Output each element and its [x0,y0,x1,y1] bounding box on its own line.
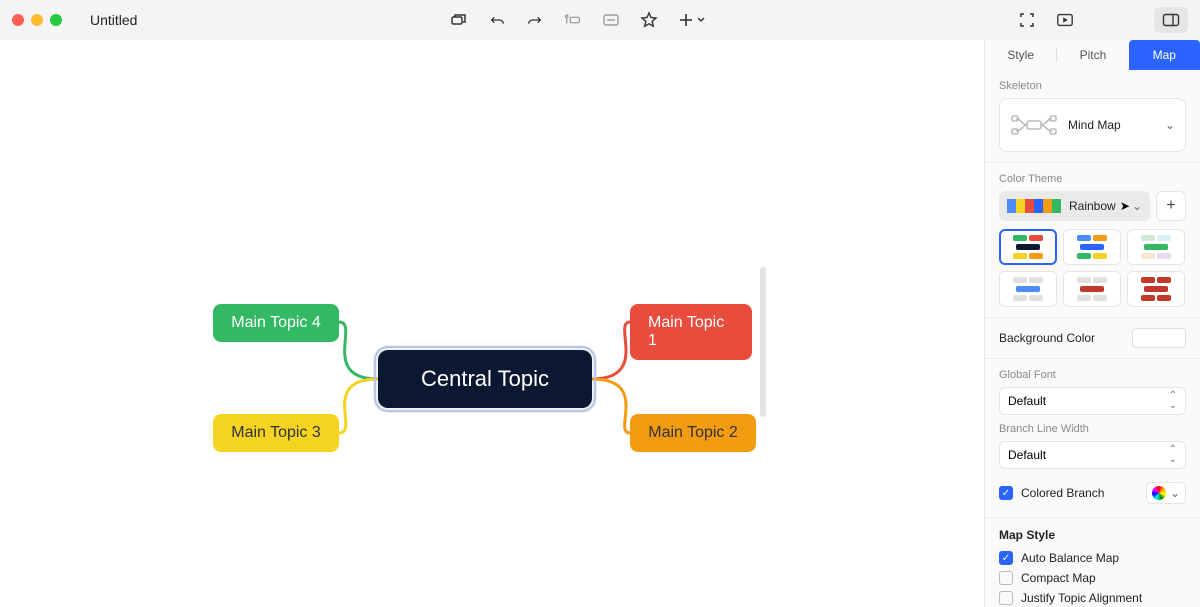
close-window-button[interactable] [12,14,24,26]
color-theme-select[interactable]: Rainbow ➤ ⌄ [999,191,1150,221]
global-font-label: Global Font [999,369,1186,381]
chevron-down-icon: ⌄ [1132,199,1142,213]
color-theme-section: Color Theme Rainbow ➤ ⌄ + [985,163,1200,318]
traffic-lights [12,14,62,26]
toolbar-right [1018,7,1188,33]
color-wheel-icon [1152,486,1166,500]
auto-balance-checkbox[interactable]: ✓ [999,551,1013,565]
compact-map-label: Compact Map [1021,571,1096,585]
theme-preset-4[interactable] [999,271,1057,307]
topic-node-1[interactable]: Main Topic 1 [630,304,752,360]
present-icon[interactable] [1056,11,1074,29]
branch-width-value: Default [1008,448,1046,462]
stepper-icon: ⌃⌄ [1169,445,1177,465]
theme-grid [999,229,1186,307]
colored-branch-checkbox[interactable]: ✓ [999,486,1013,500]
global-font-value: Default [1008,394,1046,408]
colored-branch-label: Colored Branch [1021,486,1104,500]
tab-map[interactable]: Map [1129,40,1200,70]
compact-map-checkbox[interactable] [999,571,1013,585]
stepper-icon: ⌃⌄ [1169,391,1177,411]
canvas[interactable]: Central Topic Main Topic 4 Main Topic 1 … [0,40,984,607]
map-style-title: Map Style [999,528,1186,542]
inspector-panel: Style Pitch Map Skeleton [984,40,1200,607]
theme-preset-3[interactable] [1127,229,1185,265]
add-theme-button[interactable]: + [1156,191,1186,221]
titlebar: Untitled [0,0,1200,40]
auto-balance-label: Auto Balance Map [1021,551,1119,565]
toggle-panel-button[interactable] [1154,7,1188,33]
tab-style[interactable]: Style [985,40,1056,70]
fullscreen-window-button[interactable] [50,14,62,26]
tab-pitch[interactable]: Pitch [1057,40,1128,70]
topic-icon[interactable] [450,11,468,29]
chevron-down-icon: ⌄ [1170,486,1180,500]
redo-icon[interactable] [526,11,544,29]
skeleton-label: Skeleton [999,80,1186,92]
fit-icon[interactable] [1018,11,1036,29]
justify-alignment-checkbox[interactable] [999,591,1013,605]
undo-icon[interactable] [488,11,506,29]
skeleton-section: Skeleton Mind Map ⌄ [985,70,1200,163]
toolbar-center [450,11,706,29]
justify-alignment-label: Justify Topic Alignment [1021,591,1142,605]
map-style-section: Map Style ✓ Auto Balance Map Compact Map… [985,518,1200,607]
cursor-icon: ➤ [1120,199,1130,213]
theme-preset-6[interactable] [1127,271,1185,307]
branch-color-picker[interactable]: ⌄ [1146,482,1186,504]
theme-preset-5[interactable] [1063,271,1121,307]
topic-node-2[interactable]: Main Topic 2 [630,414,756,452]
branch-width-select[interactable]: Default ⌃⌄ [999,441,1186,469]
chevron-down-icon: ⌄ [1165,118,1175,132]
font-section: Global Font Default ⌃⌄ Branch Line Width… [985,359,1200,518]
global-font-select[interactable]: Default ⌃⌄ [999,387,1186,415]
boundary-icon[interactable] [602,11,620,29]
window-title: Untitled [90,12,137,28]
topic-node-3[interactable]: Main Topic 3 [213,414,339,452]
topic-node-4[interactable]: Main Topic 4 [213,304,339,342]
background-color-swatch[interactable] [1132,328,1186,348]
background-label: Background Color [999,331,1095,345]
panel-tabs: Style Pitch Map [985,40,1200,70]
theme-preset-1[interactable] [999,229,1057,265]
chevron-down-icon [696,15,706,25]
mindmap-connectors [0,40,984,607]
minimize-window-button[interactable] [31,14,43,26]
theme-swatch-icon [1007,199,1061,213]
branch-width-label: Branch Line Width [999,423,1186,435]
star-icon[interactable] [640,11,658,29]
skeleton-value: Mind Map [1068,118,1121,132]
add-button[interactable] [678,12,706,28]
central-topic-node[interactable]: Central Topic [378,350,592,408]
skeleton-select[interactable]: Mind Map ⌄ [999,98,1186,152]
theme-preset-2[interactable] [1063,229,1121,265]
color-theme-label: Color Theme [999,173,1186,185]
canvas-scrollbar[interactable] [760,267,766,417]
relationship-icon[interactable] [564,11,582,29]
background-section: Background Color [985,318,1200,359]
skeleton-thumb-icon [1010,111,1058,139]
color-theme-value: Rainbow [1069,199,1118,213]
